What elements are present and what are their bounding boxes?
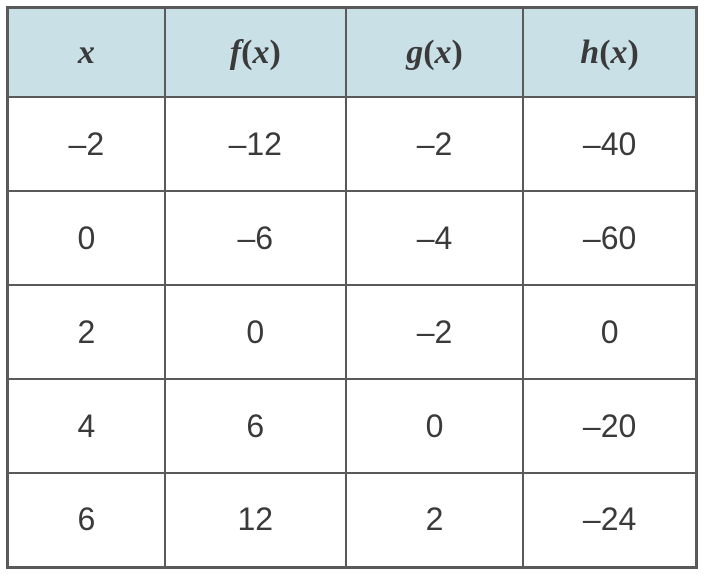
cell-x: –2 xyxy=(8,97,165,191)
cell-hx: 0 xyxy=(523,285,696,379)
cell-x: 4 xyxy=(8,379,165,473)
cell-fx: 0 xyxy=(165,285,346,379)
header-gx: g(x) xyxy=(346,7,523,97)
table-row: 6 12 2 –24 xyxy=(8,473,697,567)
cell-fx: 6 xyxy=(165,379,346,473)
cell-gx: 0 xyxy=(346,379,523,473)
cell-fx: –6 xyxy=(165,191,346,285)
cell-hx: –60 xyxy=(523,191,696,285)
cell-x: 2 xyxy=(8,285,165,379)
cell-gx: 2 xyxy=(346,473,523,567)
cell-hx: –24 xyxy=(523,473,696,567)
cell-x: 0 xyxy=(8,191,165,285)
header-row: x f(x) g(x) h(x) xyxy=(8,7,697,97)
cell-hx: –20 xyxy=(523,379,696,473)
cell-hx: –40 xyxy=(523,97,696,191)
cell-gx: –2 xyxy=(346,97,523,191)
cell-fx: 12 xyxy=(165,473,346,567)
table-row: 4 6 0 –20 xyxy=(8,379,697,473)
table-row: –2 –12 –2 –40 xyxy=(8,97,697,191)
header-x: x xyxy=(8,7,165,97)
header-hx: h(x) xyxy=(523,7,696,97)
cell-x: 6 xyxy=(8,473,165,567)
cell-gx: –4 xyxy=(346,191,523,285)
function-table: x f(x) g(x) h(x) –2 –12 –2 –40 0 –6 –4 –… xyxy=(6,6,698,569)
cell-gx: –2 xyxy=(346,285,523,379)
table-row: 0 –6 –4 –60 xyxy=(8,191,697,285)
header-fx: f(x) xyxy=(165,7,346,97)
cell-fx: –12 xyxy=(165,97,346,191)
table-row: 2 0 –2 0 xyxy=(8,285,697,379)
